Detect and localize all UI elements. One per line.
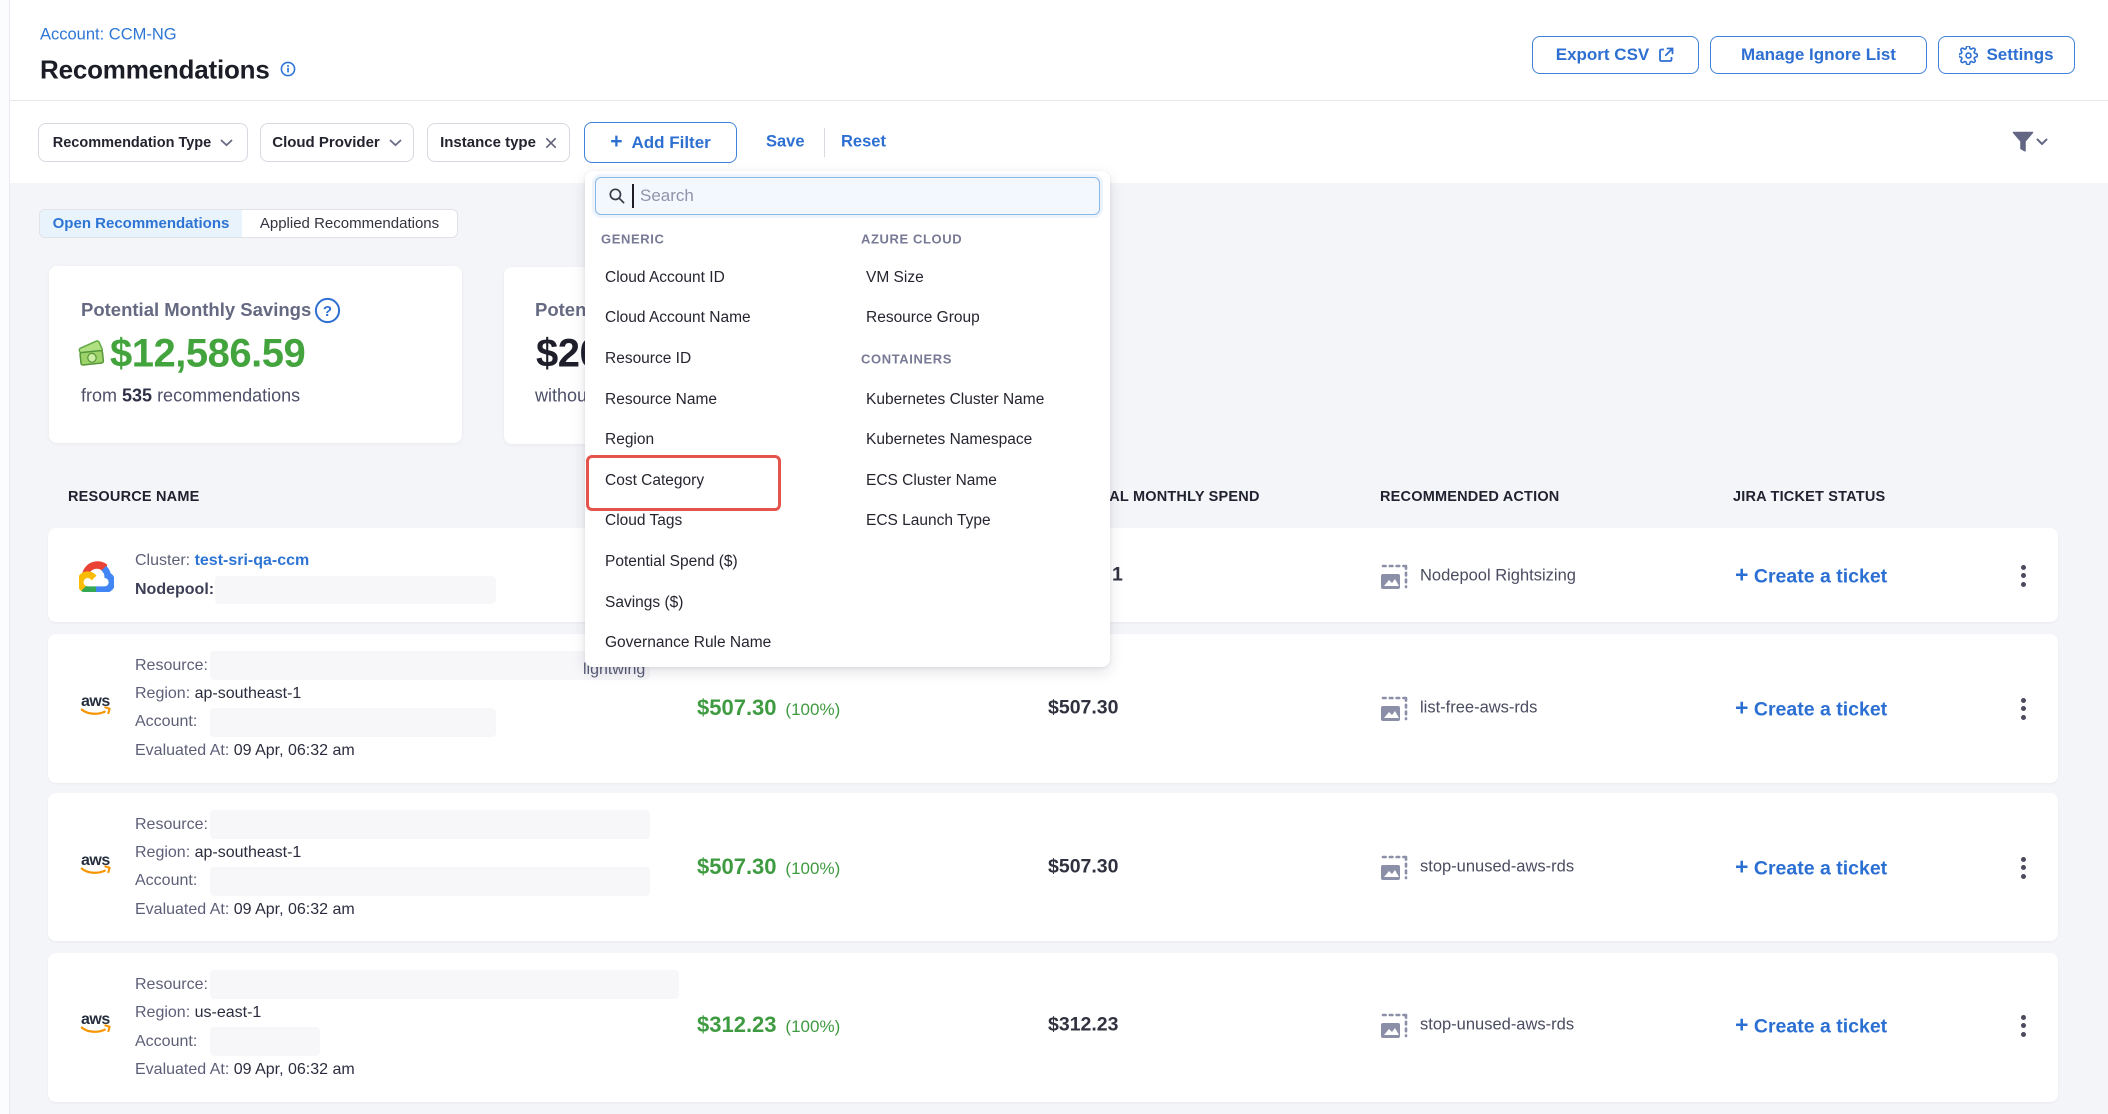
svg-text:?: ?: [323, 303, 332, 320]
